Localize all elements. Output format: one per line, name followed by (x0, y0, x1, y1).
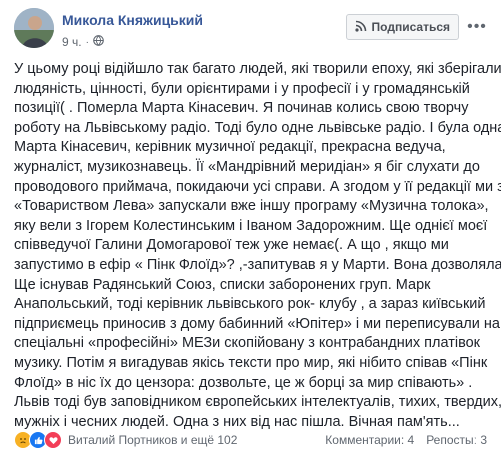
post-body: У цьому році відійшло так багато людей, … (14, 60, 501, 432)
post-time[interactable]: 9 ч. (62, 35, 82, 49)
post-text-line: позиції( . Померла Марта Кінасевич. Я по… (14, 100, 469, 117)
rss-icon (354, 20, 367, 35)
post-text-line: Ще існував Радянський Союз, списки забор… (14, 276, 431, 293)
post-text-line: У цьому році відійшло так багато людей, … (14, 61, 501, 77)
post-header: Микола Княжицький 9 ч. · Подписаться ••• (14, 8, 487, 52)
post-text-line: «Товариством Лева» запускали вже іншу пр… (14, 198, 489, 215)
reaction-names[interactable]: Виталий Портников и ещё 102 (68, 433, 237, 447)
shares-count[interactable]: Репостыː 3 (426, 433, 487, 447)
separator-dot: · (85, 36, 89, 48)
post-text-line: підприємець приносив з дому бабинний «Юп… (14, 315, 500, 332)
post-text-line: яку вели з Ігорем Колестинським і Іваном… (14, 217, 488, 234)
post-text-line: Марта Кінасевич, керівник музичної редак… (14, 139, 446, 156)
love-icon (44, 431, 62, 449)
post-text-line: спеціальні «професійні» МЕЗи скопійованy… (14, 335, 481, 352)
facebook-post: Микола Княжицький 9 ч. · Подписаться •••… (0, 0, 501, 460)
post-text-line: роботу на Львівському радіо. Тоді було о… (14, 119, 501, 136)
reactions-summary[interactable]: Виталий Портников и ещё 102 (14, 431, 237, 449)
post-text-line: Анапольський, тоді керівник львівського … (14, 296, 486, 313)
post-text-line: журналіст, музикознавець. Її «Мандрівний… (14, 158, 480, 175)
avatar[interactable] (14, 8, 54, 48)
post-text-line: людяність, цінності, були орієнтирами і … (14, 80, 470, 97)
post-text-line: проводового приймача, покидаючи усі спра… (14, 178, 501, 195)
post-text-line: Львів тоді був заповідником європейських… (14, 394, 501, 411)
post-meta: 9 ч. · (62, 35, 104, 49)
subscribe-button[interactable]: Подписаться (345, 14, 459, 40)
post-stats: Комментарии: 4 Репостыː 3 (325, 433, 487, 447)
post-text-line: Флоїд» в ніс їх до цензора: дозвольте, ц… (14, 374, 473, 391)
post-text-line: музику. Потім я вигадував якісь тексти п… (14, 354, 488, 371)
post-text-line: співведучої Галини Домогарової теж уже н… (14, 237, 449, 254)
post-footer: Виталий Портников и ещё 102 Комментарии:… (14, 428, 487, 452)
author-name[interactable]: Микола Княжицький (62, 12, 203, 28)
comments-count[interactable]: Комментарии: 4 (325, 433, 414, 447)
post-text-line: запустимо в ефір « Пінк Флоїд»? ,-запиту… (14, 256, 501, 273)
globe-icon (93, 35, 104, 49)
more-options-icon[interactable]: ••• (467, 14, 487, 40)
subscribe-label: Подписаться (371, 20, 450, 34)
